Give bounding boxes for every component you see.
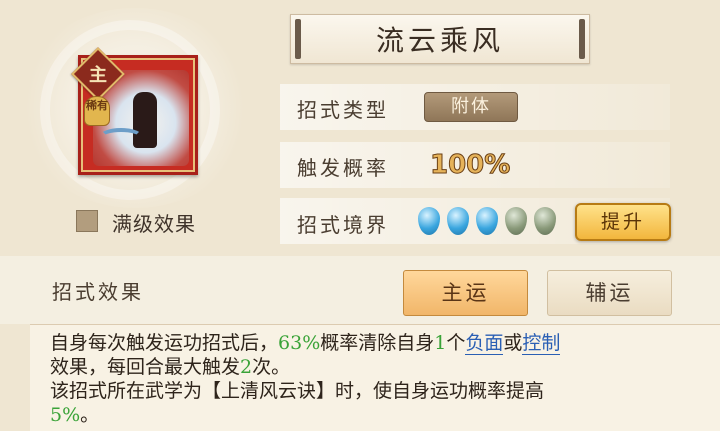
effect-label: 招式效果 [52,280,144,304]
effect-line-4: 5%。 [50,403,720,427]
negative-status-link[interactable]: 负面 [465,332,504,355]
rarity-badge: 稀有 [84,96,110,126]
effect-text: 概率清除自身 [320,332,435,354]
effect-description: 自身每次触发运功招式后，63%概率清除自身1个负面或控制 效果，每回合最大触发2… [30,324,720,431]
effect-text: 个 [446,332,466,354]
control-status-link[interactable]: 控制 [522,332,561,355]
upgrade-button[interactable]: 提升 [575,203,671,241]
tab-aux-mode[interactable]: 辅运 [547,270,672,316]
skill-title: 流云乘风 [375,24,504,57]
type-value-badge: 附体 [424,92,518,122]
max-level-checkbox[interactable] [76,210,98,232]
main-badge-label: 主 [89,65,107,86]
effect-line-2: 效果，每回合最大触发2次。 [50,355,720,379]
max-level-label: 满级效果 [112,212,196,236]
effect-line-1: 自身每次触发运功招式后，63%概率清除自身1个负面或控制 [50,331,720,355]
effect-text: 次。 [252,356,291,378]
wind-wave-icon [99,128,143,146]
effect-highlight: 2 [240,356,253,378]
skill-title-plaque: 流云乘风 [290,14,590,64]
probability-label: 触发概率 [297,156,389,180]
effect-text: 。 [80,404,100,426]
probability-value: 100% [429,150,511,181]
effect-highlight: 1 [434,332,447,354]
effect-highlight: 63% [278,332,321,354]
realm-label: 招式境界 [297,213,389,237]
tab-main-mode[interactable]: 主运 [403,270,528,316]
type-label: 招式类型 [297,98,389,122]
effect-highlight: 5% [50,404,81,426]
effect-line-3: 该招式所在武学为【上清风云诀】时，使自身运功概率提高 [50,380,545,402]
effect-text: 或 [503,332,523,354]
effect-text: 自身每次触发运功招式后， [50,332,279,354]
effect-text: 效果，每回合最大触发 [50,356,241,378]
